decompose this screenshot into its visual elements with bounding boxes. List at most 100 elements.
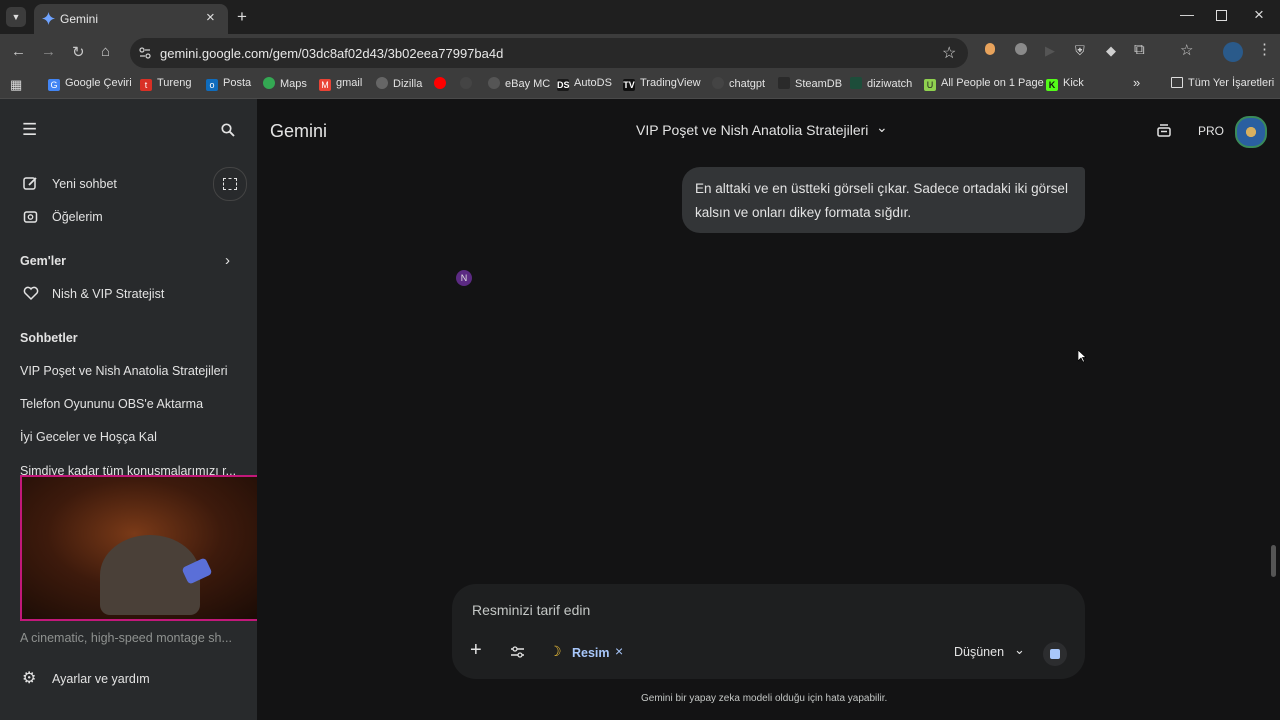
new-chat-button[interactable]: Yeni sohbet bbox=[20, 174, 200, 194]
bookmark-label: All People on 1 Page bbox=[941, 77, 1044, 89]
gear-icon: ⚙ bbox=[22, 670, 37, 687]
gemini-brand[interactable]: Gemini bbox=[270, 121, 327, 142]
chat-item[interactable]: İyi Geceler ve Hoşça Kal bbox=[20, 430, 157, 444]
account-avatar[interactable] bbox=[1235, 116, 1267, 148]
extension-icon[interactable]: ◆ bbox=[1106, 43, 1116, 59]
outlook-icon: o bbox=[206, 79, 218, 91]
bookmarks-star-icon[interactable]: ☆ bbox=[1180, 41, 1193, 59]
gem-item[interactable]: Nish & VIP Stratejist bbox=[20, 284, 240, 304]
home-icon[interactable]: ⌂ bbox=[101, 43, 110, 60]
steamdb-icon bbox=[778, 77, 790, 89]
image-tool-chip[interactable]: ☽ Resim × bbox=[549, 642, 629, 664]
tradingview-icon: TV bbox=[623, 79, 635, 91]
chat-item[interactable]: A cinematic, high-speed montage sh... bbox=[20, 631, 232, 645]
bookmark-autods[interactable]: DS AutoDS bbox=[557, 77, 612, 91]
tab-title: Gemini bbox=[60, 12, 99, 26]
extension-icon[interactable] bbox=[985, 43, 995, 58]
bookmark-label: chatgpt bbox=[729, 78, 766, 90]
bookmark-label: Dizilla bbox=[393, 78, 423, 90]
bookmark-diziwatch[interactable]: diziwatch bbox=[850, 77, 912, 90]
autods-icon: DS bbox=[557, 79, 570, 91]
bookmark-label: Maps bbox=[280, 78, 307, 90]
scrollbar-thumb[interactable] bbox=[1271, 545, 1276, 577]
my-items-button[interactable]: Öğelerim bbox=[20, 207, 200, 227]
translate-icon: G bbox=[48, 79, 60, 91]
new-chat-label: Yeni sohbet bbox=[52, 177, 117, 191]
bookmark-google-ceviri[interactable]: G Google Çeviri bbox=[48, 77, 132, 91]
temporary-chat-button[interactable] bbox=[213, 167, 247, 201]
extension-icon[interactable] bbox=[1015, 43, 1027, 58]
bookmark-youtube[interactable] bbox=[434, 77, 451, 90]
share-icon[interactable] bbox=[1156, 122, 1172, 138]
minimize-icon[interactable]: — bbox=[1180, 6, 1194, 22]
site-info-icon[interactable] bbox=[139, 47, 151, 59]
more-bookmarks-icon[interactable]: » bbox=[1133, 75, 1140, 90]
back-icon[interactable]: ← bbox=[11, 43, 26, 60]
globe-icon bbox=[376, 77, 388, 89]
bookmark-label: TradingView bbox=[640, 77, 701, 89]
pro-badge: PRO bbox=[1198, 124, 1225, 138]
prompt-input[interactable]: Resminizi tarif edin bbox=[472, 602, 590, 618]
search-icon[interactable] bbox=[221, 123, 235, 137]
bookmark-gmail[interactable]: Mgmail bbox=[319, 77, 362, 91]
all-bookmarks-folder[interactable]: Tüm Yer İşaretleri bbox=[1171, 77, 1274, 89]
bookmark-posta[interactable]: o Posta bbox=[206, 77, 251, 91]
bookmark-label: diziwatch bbox=[867, 78, 913, 90]
banana-icon: ☽ bbox=[549, 643, 562, 659]
apps-grid-icon[interactable]: ▦ bbox=[10, 77, 22, 93]
user-message-bubble: En alttaki ve en üstteki görseli çıkar. … bbox=[682, 167, 1085, 233]
bookmark-tradingview[interactable]: TV TradingView bbox=[623, 77, 701, 91]
hamburger-menu-icon[interactable]: ☰ bbox=[22, 120, 37, 140]
bookmark-openai[interactable] bbox=[460, 77, 477, 90]
tab-close-icon[interactable]: × bbox=[206, 9, 215, 26]
reload-icon[interactable]: ↻ bbox=[72, 43, 85, 61]
bookmark-tureng[interactable]: t Tureng bbox=[140, 77, 191, 91]
response-loading-avatar: N bbox=[456, 270, 472, 286]
prompt-composer[interactable]: Resminizi tarif edin + ☽ Resim × Düşünen… bbox=[452, 584, 1085, 679]
chat-title-dropdown[interactable]: VIP Poşet ve Nish Anatolia Stratejileri … bbox=[636, 119, 896, 141]
settings-help-label: Ayarlar ve yardım bbox=[52, 672, 150, 686]
bookmark-star-icon[interactable]: ☆ bbox=[942, 43, 956, 63]
stop-button[interactable] bbox=[1043, 642, 1067, 666]
shield-icon[interactable]: ⛨ bbox=[1075, 43, 1085, 59]
puzzle-icon[interactable]: ⧉ bbox=[1134, 41, 1145, 58]
chat-item[interactable]: Telefon Oyununu OBS'e Aktarma bbox=[20, 397, 203, 411]
close-window-icon[interactable]: × bbox=[1254, 5, 1264, 25]
bookmark-maps[interactable]: Maps bbox=[263, 77, 307, 90]
settings-help-button[interactable]: ⚙ Ayarlar ve yardım bbox=[20, 669, 220, 689]
remove-chip-icon[interactable]: × bbox=[615, 643, 623, 659]
bookmark-label: gmail bbox=[336, 77, 363, 89]
chat-item[interactable]: VIP Poşet ve Nish Anatolia Stratejileri bbox=[20, 364, 228, 378]
youtube-icon bbox=[434, 77, 446, 89]
bookmark-ebay[interactable]: eBay MC bbox=[488, 77, 550, 90]
bookmark-dizilla[interactable]: Dizilla bbox=[376, 77, 422, 90]
address-bar[interactable]: gemini.google.com/gem/03dc8af02d43/3b02e… bbox=[130, 38, 968, 68]
gems-section-header[interactable]: Gem'ler › bbox=[20, 252, 240, 272]
folder-icon bbox=[1171, 77, 1183, 88]
chat-title: VIP Poşet ve Nish Anatolia Stratejileri bbox=[636, 122, 869, 138]
user-message-text: En alttaki ve en üstteki görseli çıkar. … bbox=[695, 181, 1068, 220]
my-items-label: Öğelerim bbox=[52, 210, 103, 224]
bookmark-steamdb[interactable]: SteamDB bbox=[778, 77, 842, 90]
tools-icon[interactable] bbox=[510, 645, 525, 659]
add-icon[interactable]: + bbox=[470, 639, 482, 662]
bookmark-kick[interactable]: K Kick bbox=[1046, 77, 1084, 91]
mode-dropdown[interactable]: Düşünen ⌄ bbox=[954, 642, 1029, 664]
menu-kebab-icon[interactable]: ⋮ bbox=[1257, 40, 1272, 58]
gmail-icon: M bbox=[319, 79, 331, 91]
tab-search-button[interactable]: ▼ bbox=[6, 7, 26, 27]
forward-icon[interactable]: → bbox=[41, 43, 56, 60]
profile-avatar[interactable] bbox=[1223, 42, 1243, 62]
chevron-down-icon: ⌄ bbox=[876, 119, 888, 135]
maximize-icon[interactable] bbox=[1216, 10, 1227, 21]
gem-item-label: Nish & VIP Stratejist bbox=[52, 287, 165, 301]
diziwatch-icon bbox=[850, 77, 862, 89]
bookmark-all-people[interactable]: U All People on 1 Page bbox=[924, 77, 1044, 91]
tab-gemini[interactable]: Gemini × bbox=[34, 4, 228, 34]
bookmarks-bar: ▦ G Google Çeviri t Tureng o Posta Maps Mgm… bbox=[0, 72, 1280, 99]
bookmark-chatgpt[interactable]: chatgpt bbox=[712, 77, 765, 90]
kick-icon: K bbox=[1046, 79, 1058, 91]
sidebar: ☰ Yeni sohbet Öğelerim Gem'ler › Nish & … bbox=[0, 99, 274, 720]
new-tab-icon[interactable]: + bbox=[237, 7, 247, 27]
extension-icon[interactable]: ▶ bbox=[1045, 43, 1055, 59]
